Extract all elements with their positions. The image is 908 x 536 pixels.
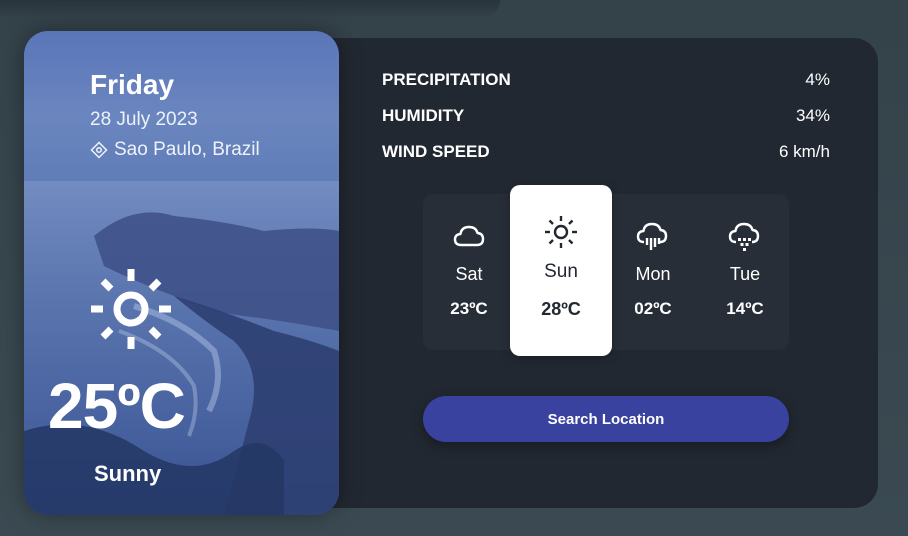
stat-row-wind-speed: WIND SPEED 6 km/h: [382, 142, 830, 178]
sun-icon: [91, 269, 171, 349]
forecast-item-mon[interactable]: Mon 02ºC: [607, 194, 699, 350]
forecast-day: Tue: [729, 264, 761, 284]
forecast-day: Sat: [455, 264, 483, 284]
cloud-icon: [453, 225, 485, 247]
forecast-temp: 14ºC: [726, 299, 764, 318]
stat-value: 6 km/h: [778, 142, 830, 161]
stat-label: HUMIDITY: [382, 106, 465, 125]
sun-icon: [545, 216, 577, 248]
weather-stats: PRECIPITATION 4% HUMIDITY 34% WIND SPEED…: [382, 70, 830, 178]
cloud-snow-icon: [728, 222, 760, 251]
location-pin-icon: [90, 141, 108, 159]
stat-value: 4%: [805, 70, 830, 89]
cloud-rain-icon: [636, 222, 668, 250]
current-temperature: 25ºC: [48, 370, 186, 442]
background-shadow: [0, 0, 500, 18]
current-date: 28 July 2023: [90, 109, 198, 130]
forecast-temp: 28ºC: [541, 299, 581, 319]
search-location-button[interactable]: Search Location: [423, 396, 789, 442]
forecast-item-sun[interactable]: Sun 28ºC: [510, 185, 612, 356]
stat-label: PRECIPITATION: [382, 70, 511, 89]
stat-row-humidity: HUMIDITY 34%: [382, 106, 830, 142]
forecast-list: Sat 23ºC Sun 28ºC Mon 02ºC Tue 14ºC: [423, 185, 791, 356]
forecast-temp: 23ºC: [450, 299, 488, 318]
stat-row-precipitation: PRECIPITATION 4%: [382, 70, 830, 106]
forecast-item-tue[interactable]: Tue 14ºC: [699, 194, 791, 350]
stat-value: 34%: [795, 106, 830, 125]
forecast-temp: 02ºC: [634, 299, 672, 318]
stat-label: WIND SPEED: [382, 142, 490, 161]
current-condition: Sunny: [94, 461, 162, 486]
current-weather-card: Friday 28 July 2023 Sao Paulo, Brazil 25…: [24, 31, 339, 515]
current-day: Friday: [90, 69, 175, 100]
location-label: Sao Paulo, Brazil: [114, 139, 260, 160]
forecast-item-sat[interactable]: Sat 23ºC: [423, 194, 515, 350]
forecast-day: Sun: [544, 261, 578, 282]
forecast-day: Mon: [635, 264, 671, 284]
current-location: Sao Paulo, Brazil: [90, 139, 260, 161]
